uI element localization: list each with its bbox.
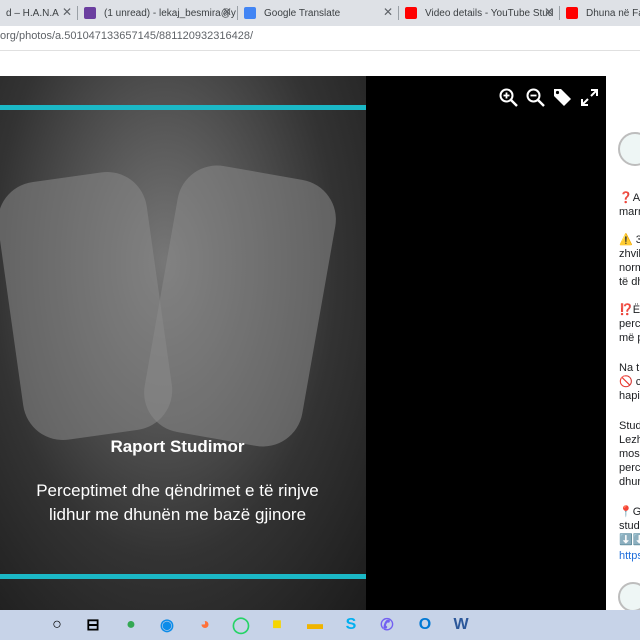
- page-header-area: [0, 51, 640, 76]
- post-image[interactable]: Raport Studimor Perceptimet dhe qëndrime…: [0, 76, 366, 610]
- close-tab-icon[interactable]: ✕: [62, 6, 72, 18]
- tab-title: d – H.A.N.A: [6, 7, 59, 19]
- comment-avatar[interactable]: [618, 582, 640, 610]
- post-text-line: perc: [619, 462, 640, 474]
- post-text-line: ⬇️⬇️: [619, 534, 640, 546]
- outlook-icon[interactable]: O: [414, 614, 436, 636]
- accent-line-top: [0, 105, 366, 110]
- page-avatar[interactable]: [618, 132, 640, 166]
- browser-tab[interactable]: (1 unread) - lekaj_besmira@y ✕: [78, 0, 238, 26]
- post-text-line: dhur: [619, 476, 640, 488]
- tag-icon[interactable]: [552, 87, 573, 108]
- post-text-line: mos: [619, 448, 640, 460]
- post-link[interactable]: https:: [619, 550, 640, 563]
- file-explorer-icon[interactable]: ▬: [304, 614, 326, 636]
- yahoo-mail-icon: [84, 7, 96, 19]
- zoom-out-icon[interactable]: [525, 87, 546, 108]
- photo-viewer: Raport Studimor Perceptimet dhe qëndrime…: [0, 76, 606, 610]
- post-text-line: hapi: [619, 390, 640, 402]
- post-text-line: zhvil: [619, 248, 640, 260]
- whatsapp-icon[interactable]: ◯: [230, 614, 252, 636]
- browser-tab[interactable]: d – H.A.N.A ✕: [0, 0, 78, 26]
- image-subtitle: Perceptimet dhe qëndrimet e të rinjve li…: [36, 481, 319, 524]
- post-text-line: Lezh: [619, 434, 640, 446]
- skype-icon[interactable]: S: [340, 614, 362, 636]
- chrome-icon[interactable]: ●: [120, 614, 142, 636]
- post-text-line: më p: [619, 332, 640, 344]
- word-icon[interactable]: W: [450, 614, 472, 636]
- post-text-line: 📍G: [619, 506, 640, 518]
- browser-tab-strip: d – H.A.N.A ✕ (1 unread) - lekaj_besmira@y…: [0, 0, 640, 26]
- post-text-line: të dh: [619, 276, 640, 288]
- cortana-circle-icon[interactable]: ○: [46, 614, 68, 636]
- post-sidebar: https: ❓A marr ⚠️ 3 zhvil norm të dh ⁉️Ës perc m…: [606, 76, 640, 610]
- google-translate-icon: [244, 7, 256, 19]
- sticky-notes-icon[interactable]: ■: [266, 614, 288, 636]
- viewer-controls: [498, 87, 600, 108]
- viber-icon[interactable]: ✆: [376, 614, 398, 636]
- edge-icon[interactable]: ◉: [156, 614, 178, 636]
- accent-line-bottom: [0, 574, 366, 579]
- zoom-in-icon[interactable]: [498, 87, 519, 108]
- post-text-line: ⁉️Ës: [619, 304, 640, 316]
- close-tab-icon[interactable]: ✕: [383, 6, 393, 18]
- address-url[interactable]: org/photos/a.501047133657145/88112093231…: [0, 30, 253, 42]
- windows-taskbar: ○ ⊟ ● ◉ ◕ ◯ ■ ▬ S ✆ O W: [0, 610, 640, 640]
- post-text-line: Stud: [619, 420, 640, 432]
- close-tab-icon[interactable]: ✕: [222, 6, 232, 18]
- post-text-line: marr: [619, 206, 640, 218]
- address-bar[interactable]: org/photos/a.501047133657145/88112093231…: [0, 26, 640, 50]
- task-view-icon[interactable]: ⊟: [82, 614, 104, 636]
- browser-tab[interactable]: Video details - YouTube Stud ✕: [399, 0, 560, 26]
- browser-tab[interactable]: Google Translate ✕: [238, 0, 399, 26]
- post-text-line: ⚠️ 3: [619, 234, 640, 246]
- youtube-icon: [405, 7, 417, 19]
- tab-title: Google Translate: [264, 7, 341, 19]
- post-text-line: 🚫 c: [619, 376, 640, 388]
- browser-tab[interactable]: Dhuna në Fam: [560, 0, 640, 26]
- close-tab-icon[interactable]: ✕: [544, 6, 554, 18]
- tab-title: Dhuna në Fam: [586, 7, 640, 19]
- post-text-line: ❓A: [619, 192, 640, 204]
- tab-title: (1 unread) - lekaj_besmira@y: [104, 7, 236, 19]
- hand-right-shape: [137, 159, 343, 453]
- tab-title: Video details - YouTube Stud: [425, 7, 554, 19]
- post-text-line: norm: [619, 262, 640, 274]
- youtube-icon: [566, 7, 578, 19]
- post-text-line: perc: [619, 318, 640, 330]
- post-text-line: Na t: [619, 362, 640, 374]
- firefox-icon[interactable]: ◕: [194, 614, 216, 636]
- image-title: Raport Studimor: [110, 437, 245, 456]
- fullscreen-icon[interactable]: [579, 87, 600, 108]
- post-text-line: stud: [619, 520, 640, 532]
